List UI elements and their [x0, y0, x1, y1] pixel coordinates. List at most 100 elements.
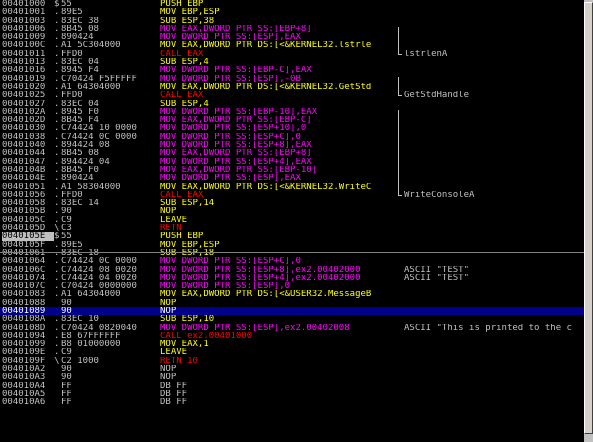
address-cell: 00401061	[2, 248, 46, 258]
marker-cell: .	[54, 273, 60, 283]
marker-cell: .	[54, 265, 60, 274]
marker-cell	[54, 365, 60, 373]
disasm-row[interactable]: 004010A3 90 NOP	[0, 373, 584, 381]
marker-cell: .	[54, 248, 60, 258]
disasm-row[interactable]: 004010A5 FF DB FF	[0, 390, 584, 398]
disasm-row[interactable]: 0040100C. A1 5C304000 MOV EAX,DWORD PTR DS…	[0, 41, 584, 49]
marker-cell: .	[54, 99, 60, 108]
disasm-row[interactable]: 00401047. 894424 04 MOV DWORD PTR SS:[ESP+…	[0, 158, 584, 166]
disasm-row[interactable]: 00401020. A1 64304000 MOV EAX,DWORD PTR DS…	[0, 83, 584, 91]
disasm-row[interactable]: 0040109E. C9 LEAVE	[0, 348, 584, 356]
vertical-scrollbar[interactable]	[584, 0, 593, 442]
address-cell: 0040105E	[2, 232, 54, 241]
hexdump-cell: C74424 08 0020	[61, 265, 137, 274]
hexdump-cell: FF	[61, 381, 72, 390]
marker-cell: .	[54, 8, 60, 17]
disasm-row[interactable]: 0040105F. 89E5 MOV EBP,ESP	[0, 241, 584, 249]
disasm-row[interactable]: 00401056. FFD0 CALL EAX WriteConsoleA	[0, 191, 584, 199]
disasm-row[interactable]: 00401006. 8B45 08 MOV EAX,DWORD PTR SS:[EB…	[0, 25, 584, 33]
marker-cell: .	[54, 331, 60, 341]
marker-cell: .	[54, 340, 60, 349]
address-cell: 00401088	[2, 298, 46, 307]
disasm-row[interactable]: 00401001. 89E5 MOV EBP,ESP	[0, 8, 584, 16]
disasm-row[interactable]: 0040105C. C9 LEAVE	[0, 216, 584, 224]
address-cell: 00401006	[2, 24, 46, 34]
disasm-row[interactable]: 0040105B. 90 NOP	[0, 207, 584, 215]
hexdump-cell: 8945 F0	[61, 107, 99, 117]
disassembly-pane[interactable]: 00401000 $55 PUSH EBP 00401001. 89E5 MOV EBP,…	[0, 0, 584, 442]
address-cell: 00401058	[2, 199, 46, 208]
marker-cell	[54, 373, 60, 381]
instruction-cell: DB FF	[160, 398, 188, 407]
marker-cell	[54, 390, 60, 398]
disasm-row[interactable]: 00401003. 83EC 38 SUB ESP,38	[0, 17, 584, 25]
address-cell: 00401051	[2, 182, 46, 191]
disasm-row[interactable]: 0040109F \ C2 1000 RETN 10	[0, 357, 584, 365]
disasm-row[interactable]: 00401025. FFD0 CALL EAX GetStdHandle	[0, 91, 584, 99]
hexdump-cell: C70424 0000000	[61, 282, 137, 291]
disasm-row[interactable]: 0040106C. C74424 08 0020 MOV DWORD PTR SS:…	[0, 266, 584, 274]
instruction-cell: MOV DWORD PTR SS:[ESP],EAX	[160, 174, 301, 183]
hexdump-cell: C74424 0C 0000	[61, 257, 137, 266]
disasm-row[interactable]: 00401027. 83EC 04 SUB ESP,4	[0, 100, 584, 108]
marker-cell: .	[54, 66, 60, 75]
address-cell: 004010A5	[2, 389, 46, 399]
disasm-row[interactable]: 0040107C. C70424 0000000 MOV DWORD PTR SS:…	[0, 282, 584, 290]
disasm-row[interactable]: 00401089 90 NOP	[0, 306, 584, 316]
hexdump-cell: C70424 F5FFFFF	[61, 74, 137, 83]
disasm-row[interactable]: 0040102D. 8B45 F4 MOV EAX,DWORD PTR SS:[EB…	[0, 116, 584, 124]
disasm-row[interactable]: 0040108D. C70424 0820040 MOV DWORD PTR SS:…	[0, 324, 584, 332]
disasm-row[interactable]: 00401030. C74424 10 0000 MOV DWORD PTR SS:…	[0, 124, 584, 132]
disasm-row[interactable]: 0040108A. 83EC 10 SUB ESP,10	[0, 315, 584, 323]
hexdump-cell: 83EC 14	[61, 199, 99, 208]
instruction-cell: MOV DWORD PTR SS:[ESP+8],EAX	[160, 141, 312, 150]
disasm-row[interactable]: 00401088 90 NOP	[0, 299, 584, 307]
disasm-row[interactable]: 00401019. C70424 F5FFFFF MOV DWORD PTR SS:…	[0, 75, 584, 83]
hexdump-cell: C74424 0C 0000	[61, 132, 137, 142]
disasm-row[interactable]: 00401013. 83EC 04 SUB ESP,4	[0, 58, 584, 66]
address-cell: 00401056	[2, 190, 46, 200]
disasm-row[interactable]: 00401074. C74424 04 0020 MOV DWORD PTR SS:…	[0, 274, 584, 282]
address-cell: 00401083	[2, 290, 46, 299]
disasm-row[interactable]: 0040104E. 890424 MOV DWORD PTR SS:[ESP],EA…	[0, 174, 584, 182]
marker-cell: .	[54, 174, 60, 183]
instruction-cell: CALL EAX	[160, 49, 204, 59]
disasm-row[interactable]: 0040102A. 8945 F0 MOV DWORD PTR SS:[EBP-10…	[0, 108, 584, 116]
address-cell: 0040108A	[2, 315, 46, 324]
disasm-row[interactable]: 00401094. E8 67FFFFFF CALL ex2.00401000	[0, 332, 584, 340]
instruction-cell: MOV EAX,DWORD PTR DS:[<&KERNEL32.lstrle	[160, 41, 372, 50]
hexdump-cell: 8B45 08	[61, 149, 99, 158]
disasm-row[interactable]: 00401064. C74424 0C 0000 MOV DWORD PTR SS:…	[0, 257, 584, 265]
disasm-row[interactable]: 0040105E $55 PUSH EBP	[0, 232, 584, 241]
instruction-cell: SUB ESP,4	[160, 58, 209, 67]
instruction-cell: MOV EAX,DWORD PTR DS:[<&KERNEL32.GetStd	[160, 82, 372, 92]
instruction-cell: SUB ESP,38	[160, 16, 215, 25]
disasm-row[interactable]: 00401051. A1 58304000 MOV EAX,DWORD PTR DS…	[0, 183, 584, 191]
disasm-row[interactable]: 004010A4 FF DB FF	[0, 382, 584, 390]
instruction-cell: NOP	[160, 373, 177, 382]
disasm-row[interactable]: 0040105D \ C3 RETN	[0, 224, 584, 232]
marker-cell: .	[54, 149, 60, 158]
disasm-row[interactable]: 00401044. 8B45 08 MOV EAX,DWORD PTR SS:[EB…	[0, 149, 584, 157]
scrollbar-thumb[interactable]	[584, 2, 593, 434]
disasm-row[interactable]: 00401000 $55 PUSH EBP	[0, 0, 584, 8]
address-cell: 00401040	[2, 141, 46, 150]
marker-cell: .	[54, 58, 60, 67]
instruction-cell: CALL EAX	[160, 91, 204, 100]
disasm-row[interactable]: 00401083. A1 64304000 MOV EAX,DWORD PTR DS…	[0, 290, 584, 298]
disasm-row[interactable]: 00401009. 890424 MOV DWORD PTR SS:[ESP],EA…	[0, 33, 584, 41]
disasm-row[interactable]: 00401099. B8 01000000 MOV EAX,1	[0, 340, 584, 348]
marker-cell: $	[54, 232, 60, 241]
disasm-row[interactable]: 004010A2 90 NOP	[0, 365, 584, 373]
instruction-cell: NOP	[160, 207, 177, 216]
disasm-row[interactable]: 00401011. FFD0 CALL EAX lstrlenA	[0, 50, 584, 58]
marker-cell: .	[54, 41, 60, 50]
disasm-row[interactable]: 00401040. 894424 08 MOV DWORD PTR SS:[ESP+…	[0, 141, 584, 149]
disasm-row[interactable]: 00401016. 8945 F4 MOV DWORD PTR SS:[EBP-C]…	[0, 66, 584, 74]
disasm-row[interactable]: 00401038. C74424 0C 0000 MOV DWORD PTR SS:…	[0, 133, 584, 141]
disasm-row[interactable]: 004010A6 FF DB FF	[0, 398, 584, 406]
disasm-row[interactable]: 00401058. 83EC 14 SUB ESP,14	[0, 199, 584, 207]
disasm-row[interactable]: 0040104B. 8B45 F0 MOV EAX,DWORD PTR SS:[EB…	[0, 166, 584, 174]
disasm-row[interactable]: 00401061. 83EC 18 SUB ESP,18	[0, 249, 584, 257]
hexdump-cell: C70424 0820040	[61, 323, 137, 332]
